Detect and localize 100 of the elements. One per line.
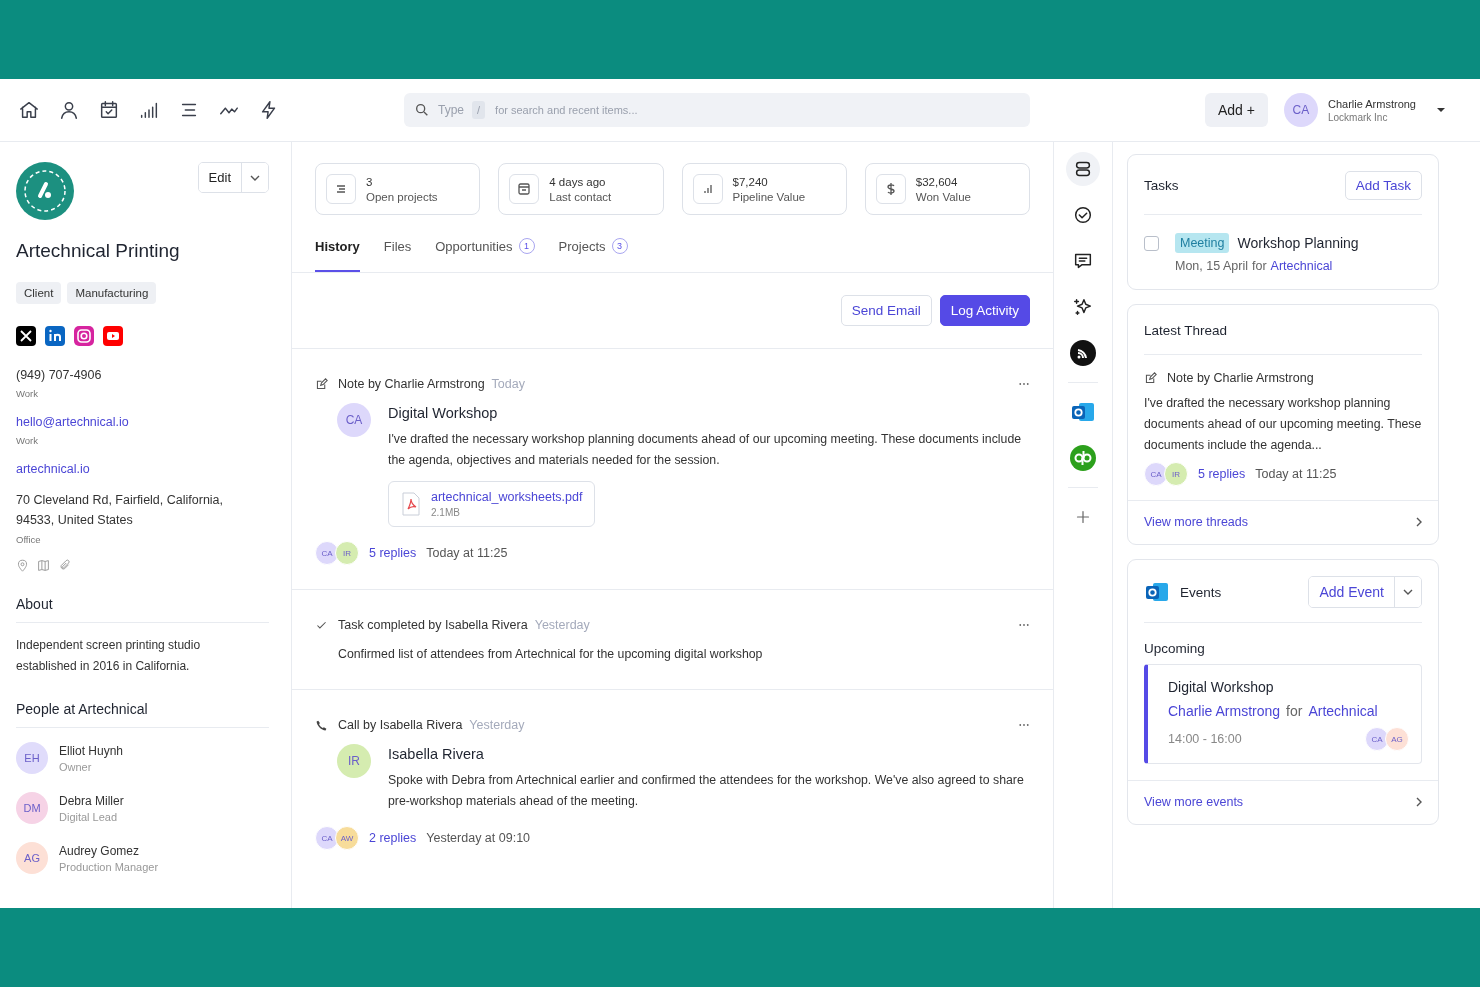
user-name: Charlie Armstrong (1327, 97, 1416, 110)
chevron-down-icon (250, 174, 260, 181)
author-avatar: IR (337, 744, 371, 778)
address: 70 Cleveland Rd, Fairfield, California, 94533, United States (16, 492, 225, 529)
activity-time: Yesterday (469, 718, 525, 732)
activity-header: Call by Isabella Rivera (338, 718, 463, 732)
paperclip-icon[interactable] (58, 559, 71, 572)
card-title: Tasks (1144, 178, 1179, 193)
task-date: Mon, 15 April (1175, 259, 1248, 273)
activity-text: I've drafted the necessary workshop planning documents ahead of our upcoming meeting. These documents include the agenda, objectives and materials needed for the session. (388, 431, 1023, 469)
pdf-file-icon (401, 492, 421, 516)
chevron-right-icon (1416, 517, 1422, 527)
stat-value: $32,604 (915, 175, 959, 188)
edit-note-icon (1144, 371, 1157, 385)
tab[interactable]: History (315, 233, 360, 272)
person-icon[interactable] (58, 99, 80, 121)
activity-title: Digital Workshop (388, 405, 499, 421)
stack-icon[interactable] (1066, 152, 1100, 186)
home-icon[interactable] (18, 99, 40, 121)
shortcut-key: / (472, 101, 486, 119)
tag: Client (16, 282, 62, 304)
card-title: Latest Thread (1144, 323, 1228, 338)
organizer-link[interactable]: Charlie Armstrong (1168, 703, 1281, 719)
person-avatar[interactable]: EH (16, 742, 48, 774)
company-link[interactable]: Artechnical (1270, 259, 1333, 273)
person-avatar[interactable]: AG (16, 842, 48, 874)
reply-avatar: CA (1144, 462, 1168, 486)
reply-time: Yesterday at 09:10 (426, 831, 531, 845)
more-icon[interactable] (1018, 723, 1030, 727)
stat-value: $7,240 (732, 175, 769, 188)
person-name[interactable]: Debra Miller (59, 793, 124, 808)
task-for: for (1251, 259, 1267, 273)
search-hint: Type (438, 103, 464, 117)
thread-text: I've drafted the necessary workshop planning documents ahead of our upcoming meeting. These documents include the agenda... (1144, 395, 1422, 454)
reply-avatar: AW (335, 826, 359, 850)
linkedin-icon[interactable] (45, 326, 65, 346)
attachment-name[interactable]: artechnical_worksheets.pdf (431, 490, 583, 504)
replies-link[interactable]: 5 replies (1198, 467, 1246, 481)
instagram-icon[interactable] (74, 326, 94, 346)
event-title: Digital Workshop (1168, 679, 1275, 695)
view-more-link[interactable]: View more threads (1128, 500, 1438, 544)
tab[interactable]: Files (383, 233, 412, 272)
event-card[interactable]: Digital Workshop Charlie Armstrong for Artechnical 14:00 - 16:00 CA AG (1144, 664, 1422, 764)
stat-value: 3 (366, 175, 374, 188)
company-name: Artechnical Printing (16, 240, 181, 262)
phone-label: Work (16, 388, 39, 399)
chevron-down-icon (1403, 589, 1413, 595)
tab[interactable]: Opportunities 1 (435, 233, 535, 272)
person-role: Digital Lead (59, 810, 119, 823)
task-tag: Meeting (1175, 233, 1230, 253)
replies-link[interactable]: 2 replies (369, 831, 417, 845)
reply-avatar: IR (1164, 462, 1188, 486)
person-avatar[interactable]: DM (16, 792, 48, 824)
author-avatar: CA (337, 403, 371, 437)
company-link[interactable]: Artechnical (1308, 703, 1378, 719)
reply-avatar: CA (315, 541, 339, 565)
search-icon (414, 102, 430, 118)
person-name[interactable]: Audrey Gomez (59, 843, 159, 858)
search-input[interactable]: for search and recent items... (493, 103, 1020, 117)
attachment-size: 2.1MB (431, 507, 461, 518)
user-avatar[interactable]: CA (1283, 93, 1318, 127)
send-email-button[interactable]: Send Email (840, 295, 932, 326)
stat-value: 4 days ago (549, 175, 607, 188)
more-icon[interactable] (1018, 382, 1030, 386)
email-link[interactable]: hello@artechnical.io (16, 413, 269, 431)
person-name[interactable]: Elliot Huynh (59, 743, 124, 758)
activity-header: Note by Charlie Armstrong (338, 377, 485, 391)
website-link[interactable]: artechnical.io (16, 460, 269, 478)
stat-label: Open projects (366, 190, 438, 203)
about-text: Independent screen printing studio established in 2016 in California. (16, 637, 202, 675)
task-checkbox[interactable] (1144, 236, 1159, 251)
company-logo (16, 162, 74, 220)
add-task-button[interactable]: Add Task (1344, 171, 1422, 200)
phone-icon (315, 718, 328, 732)
x-icon[interactable] (16, 326, 36, 346)
stat-label: Won Value (915, 190, 971, 203)
youtube-icon[interactable] (103, 326, 123, 346)
calendar-icon[interactable] (98, 99, 120, 121)
activity-time: Today (491, 377, 525, 391)
event-for: for (1286, 703, 1303, 719)
view-more-link[interactable]: View more events (1128, 780, 1438, 824)
log-activity-button[interactable]: Log Activity (939, 295, 1030, 326)
attachment-card[interactable]: artechnical_worksheets.pdf 2.1MB (388, 481, 596, 527)
section-title: About (16, 596, 269, 623)
activity-text: Confirmed list of attendees from Artechnical for the upcoming digital workshop (338, 646, 764, 663)
caret-icon[interactable] (1436, 107, 1446, 113)
thread-header: Note by Charlie Armstrong (1167, 371, 1314, 385)
calendar-icon (516, 181, 533, 197)
tab[interactable]: Projects 3 (558, 233, 628, 272)
reply-avatar: CA (315, 826, 339, 850)
phone-number: (949) 707-4906 (16, 367, 103, 384)
stat-label: Pipeline Value (732, 190, 806, 203)
reply-time: Today at 11:25 (426, 546, 508, 560)
stat-label: Last contact (549, 190, 612, 203)
replies-link[interactable]: 5 replies (369, 546, 417, 560)
more-icon[interactable] (1018, 623, 1030, 627)
section-label: Upcoming (1144, 641, 1206, 656)
person-role: Owner (59, 760, 93, 773)
add-button[interactable]: Add + (1204, 93, 1268, 127)
card-title: Events (1180, 584, 1223, 600)
